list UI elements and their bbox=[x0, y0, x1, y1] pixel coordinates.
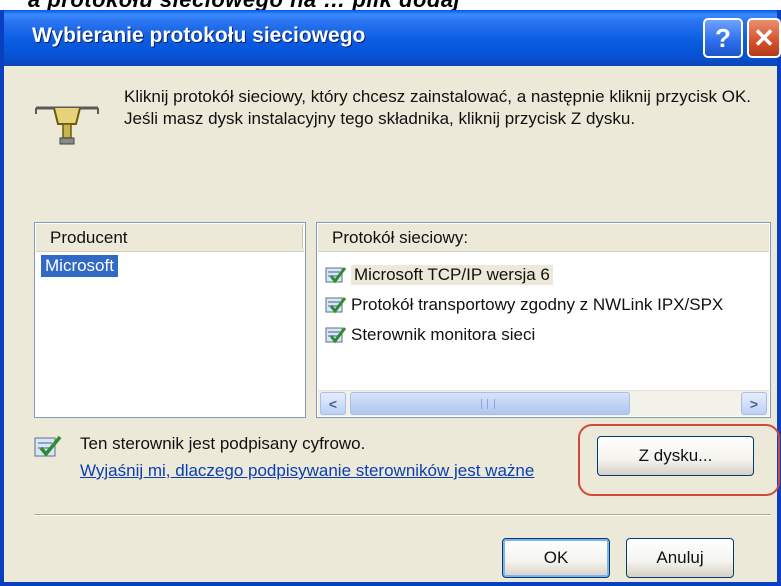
ok-button[interactable]: OK bbox=[502, 538, 610, 578]
protocol-list[interactable]: Protokół sieciowy: Microsoft TCP/IP wers… bbox=[316, 222, 771, 418]
intro-instructions: Kliknij protokół sieciowy, który chcesz … bbox=[124, 87, 752, 128]
protocol-label: Protokół transportowy zgodny z NWLink IP… bbox=[351, 295, 724, 314]
list-item-protocol[interactable]: Sterownik monitora sieci bbox=[325, 323, 535, 347]
scroll-left-button[interactable]: < bbox=[320, 392, 346, 415]
signing-info-link[interactable]: Wyjaśnij mi, dlaczego podpisywanie stero… bbox=[80, 461, 534, 481]
signature-status: Ten sterownik jest podpisany cyfrowo. bbox=[80, 434, 366, 453]
dialog-title: Wybieranie protokołu sieciowego bbox=[32, 24, 366, 47]
horizontal-scrollbar[interactable]: < > bbox=[318, 390, 769, 416]
signed-driver-icon bbox=[325, 267, 347, 284]
protocol-label: Microsoft TCP/IP wersja 6 bbox=[351, 265, 553, 285]
producer-column-header[interactable]: Producent bbox=[36, 224, 304, 252]
network-protocol-icon bbox=[35, 106, 99, 145]
scrollbar-thumb[interactable] bbox=[350, 392, 630, 415]
help-icon: ? bbox=[715, 22, 731, 53]
dialog-window: Wybieranie protokołu sieciowego ? ✕ Klik… bbox=[0, 10, 781, 586]
producer-list[interactable]: Producent Microsoft bbox=[34, 222, 306, 418]
page-banner-clipped: a protokołu sieciowego na … plik dodaj bbox=[0, 0, 781, 10]
title-bar[interactable]: Wybieranie protokołu sieciowego ? ✕ bbox=[4, 10, 781, 66]
signed-driver-icon bbox=[325, 297, 347, 314]
scroll-right-button[interactable]: > bbox=[741, 392, 767, 415]
column-separator bbox=[302, 226, 304, 248]
divider bbox=[34, 514, 771, 516]
signed-driver-icon bbox=[34, 435, 62, 457]
close-button[interactable]: ✕ bbox=[747, 18, 781, 58]
have-disk-button[interactable]: Z dysku... bbox=[597, 436, 754, 476]
grip-icon bbox=[481, 399, 495, 409]
protocol-column-header[interactable]: Protokół sieciowy: bbox=[318, 224, 769, 252]
chevron-right-icon: > bbox=[749, 395, 759, 412]
list-item-protocol[interactable]: Protokół transportowy zgodny z NWLink IP… bbox=[325, 293, 723, 317]
banner-text: a protokołu sieciowego na … plik dodaj bbox=[28, 0, 460, 10]
list-item-protocol[interactable]: Microsoft TCP/IP wersja 6 bbox=[325, 263, 553, 287]
protocol-header-label: Protokół sieciowy: bbox=[332, 228, 469, 247]
signed-driver-icon bbox=[325, 327, 347, 344]
help-button[interactable]: ? bbox=[703, 18, 743, 58]
protocol-label: Sterownik monitora sieci bbox=[351, 325, 536, 344]
cancel-button[interactable]: Anuluj bbox=[626, 538, 734, 578]
list-item-producer[interactable]: Microsoft bbox=[41, 255, 118, 277]
producer-header-label: Producent bbox=[50, 228, 128, 247]
chevron-left-icon: < bbox=[328, 395, 338, 412]
close-icon: ✕ bbox=[753, 22, 775, 53]
